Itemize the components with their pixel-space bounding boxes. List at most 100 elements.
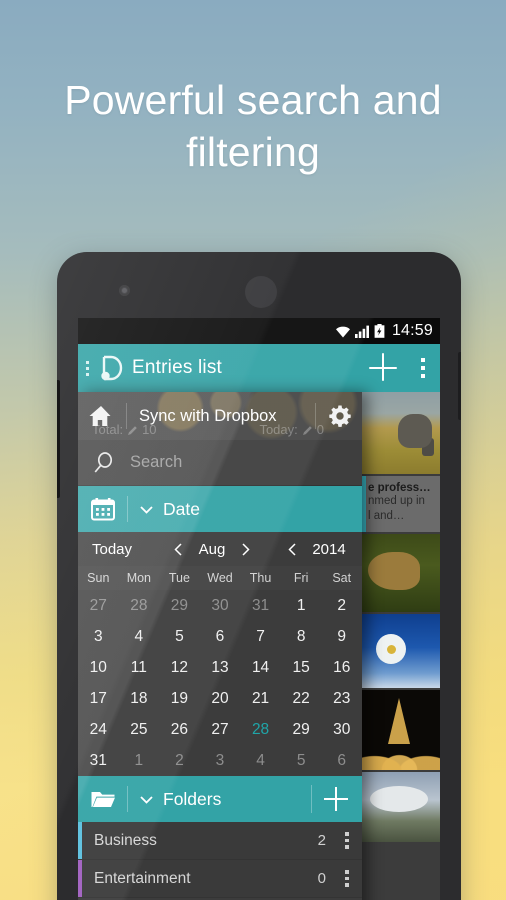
calendar-day[interactable]: 16 [321,652,362,683]
add-entry-button[interactable] [366,351,400,385]
calendar-day[interactable]: 29 [281,714,322,745]
gear-icon[interactable] [328,404,352,428]
calendar-day[interactable]: 11 [119,652,160,683]
folder-count: 2 [317,832,326,849]
calendar-day[interactable]: 5 [159,621,200,652]
entry-accent-bar [362,476,366,532]
list-item[interactable] [362,690,440,772]
calendar-day[interactable]: 7 [240,621,281,652]
calendar-day[interactable]: 25 [119,714,160,745]
weekday-label: Fri [293,571,309,585]
power-button[interactable] [458,352,461,420]
daisy-sky-photo [362,614,440,688]
calendar-day[interactable]: 30 [200,590,241,621]
volume-button[interactable] [57,380,60,498]
calendar-day[interactable]: 4 [119,621,160,652]
calendar-day[interactable]: 17 [78,683,119,714]
calendar-day[interactable]: 23 [321,683,362,714]
app-bar-title: Entries list [132,357,223,378]
promo-headline-line-1: Powerful search and [64,77,442,123]
calendar-day[interactable]: 26 [159,714,200,745]
entries-list[interactable]: e profess… nmed up in l and… [362,392,440,900]
calendar-day[interactable]: 19 [159,683,200,714]
folders-section-header[interactable]: Folders [78,776,362,822]
calendar-day[interactable]: 24 [78,714,119,745]
calendar-day[interactable]: 27 [78,590,119,621]
calendar-day[interactable]: 14 [240,652,281,683]
calendar-day[interactable]: 29 [159,590,200,621]
home-icon[interactable] [88,404,114,428]
list-item[interactable] [362,534,440,614]
weekday-label: Sat [332,571,352,585]
chevron-down-icon[interactable] [139,502,154,517]
phone-mockup: 14:59 Entries list e profess… nmed up in… [57,252,461,900]
chevron-down-icon[interactable] [139,792,154,807]
calendar-day[interactable]: 1 [119,745,160,776]
calendar-day[interactable]: 13 [200,652,241,683]
year-label: 2014 [312,540,346,558]
drawer-handle-icon[interactable] [82,360,92,376]
calendar-day[interactable]: 20 [200,683,241,714]
overflow-menu-button[interactable] [414,358,432,378]
calendar-day[interactable]: 10 [78,652,119,683]
calendar-day[interactable]: 6 [200,621,241,652]
list-item[interactable] [362,392,440,476]
calendar-day[interactable]: 12 [159,652,200,683]
calendar-day[interactable]: 6 [321,745,362,776]
calendar-day[interactable]: 4 [240,745,281,776]
promo-headline: Powerful search and filtering [0,74,506,178]
calendar-day[interactable]: 2 [321,590,362,621]
calendar-day[interactable]: 31 [78,745,119,776]
weekday-label: Thu [249,571,272,585]
calendar-day[interactable]: 18 [119,683,160,714]
today-button[interactable]: Today [92,541,132,558]
calendar-day[interactable]: 3 [200,745,241,776]
calendar-day[interactable]: 30 [321,714,362,745]
calendar-day[interactable]: 8 [281,621,322,652]
add-folder-button[interactable] [322,785,350,813]
mountain-cloud-photo [362,772,440,842]
calendar-day[interactable]: 2 [159,745,200,776]
calendar-day[interactable]: 28 [119,590,160,621]
folder-overflow-button[interactable] [340,832,354,849]
folder-overflow-button[interactable] [340,870,354,887]
folder-list[interactable]: Business 2 Entertainment 0 [78,822,362,898]
dropbox-sync-label[interactable]: Sync with Dropbox [139,407,277,426]
calendar-day[interactable]: 21 [240,683,281,714]
calendar-day[interactable]: 1 [281,590,322,621]
folder-row[interactable]: Entertainment 0 [78,860,362,898]
search-row[interactable]: Search [78,440,362,486]
drawer-header[interactable]: Sync with Dropbox Total: 10 Today: 0 [78,392,362,440]
list-item[interactable] [362,614,440,690]
year-selector: 2014 [286,541,362,558]
chevron-right-icon[interactable] [239,542,252,557]
folder-name: Business [94,831,157,849]
list-item[interactable]: e profess… nmed up in l and… [362,476,440,534]
calendar-day[interactable]: 31 [240,590,281,621]
entry-body-line-1: nmed up in [368,495,425,507]
calendar-day[interactable]: 15 [281,652,322,683]
calendar-day[interactable]: 27 [200,714,241,745]
folder-row[interactable]: Business 2 [78,822,362,860]
chevron-left-icon[interactable] [172,542,185,557]
list-item[interactable] [362,772,440,844]
phone-screen: 14:59 Entries list e profess… nmed up in… [78,318,440,900]
calendar-day[interactable]: 22 [281,683,322,714]
content-area: e profess… nmed up in l and… Sync with D… [78,392,440,900]
search-input[interactable]: Search [130,453,182,472]
date-section-header[interactable]: Date [78,486,362,532]
chevron-left-icon[interactable] [286,542,299,557]
divider [311,785,312,813]
calendar-day[interactable]: 5 [281,745,322,776]
chevron-right-icon[interactable] [359,542,362,557]
folder-count: 0 [317,870,326,887]
folder-name: Entertainment [94,869,191,887]
calendar-day[interactable]: 9 [321,621,362,652]
search-icon [92,451,116,475]
calendar-grid[interactable]: 27 28 29 30 31 1 2 3 4 5 6 7 8 9 10 11 12 13 14 15 16 17 18 19 2… [78,590,362,776]
calendar-day-selected[interactable]: 28 [240,714,281,745]
navigation-drawer: Sync with Dropbox Total: 10 Today: 0 Sea… [78,392,362,900]
calendar-day[interactable]: 3 [78,621,119,652]
folders-section-title: Folders [163,788,222,809]
status-bar-clock: 14:59 [391,322,433,339]
